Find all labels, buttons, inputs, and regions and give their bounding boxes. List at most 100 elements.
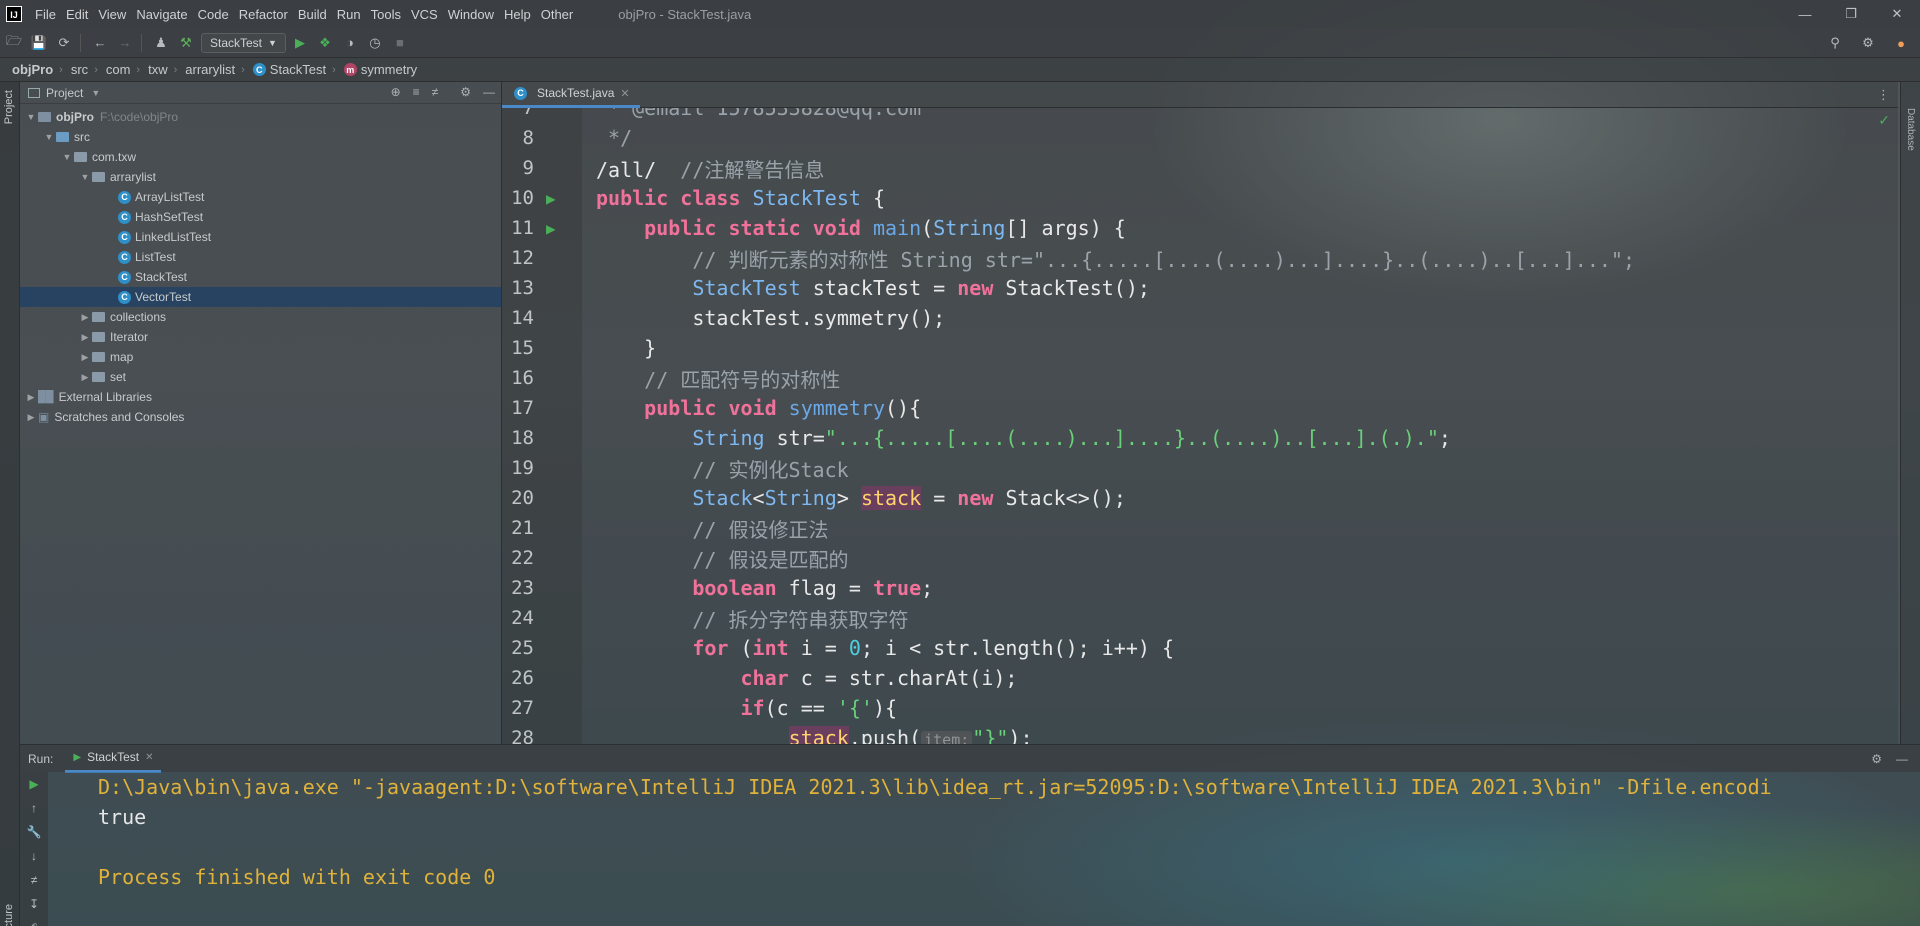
restore-button[interactable]: ❐ bbox=[1828, 0, 1874, 28]
menu-build[interactable]: Build bbox=[293, 0, 332, 28]
stop-icon[interactable]: ■ bbox=[389, 32, 411, 54]
menu-window[interactable]: Window bbox=[443, 0, 499, 28]
chevron-down-icon[interactable]: ▼ bbox=[91, 88, 100, 98]
tree-item-map[interactable]: ▶ map bbox=[20, 347, 501, 367]
close-icon[interactable]: ✕ bbox=[145, 752, 153, 763]
project-view-selector[interactable]: Project bbox=[46, 86, 83, 100]
breadcrumb-arrarylist[interactable]: arrarylist bbox=[177, 62, 235, 77]
expand-all-icon[interactable]: ≡ bbox=[413, 85, 420, 99]
chevron-down-icon[interactable]: ▼ bbox=[78, 172, 92, 182]
scroll-to-end-icon[interactable]: ↧ bbox=[20, 892, 48, 916]
menu-view[interactable]: View bbox=[93, 0, 131, 28]
tree-item-hashsettest[interactable]: C HashSetTest bbox=[20, 207, 501, 227]
breadcrumb-src[interactable]: src bbox=[63, 62, 88, 77]
run-icon[interactable]: ▶ bbox=[289, 32, 311, 54]
tree-item-arraylisttest[interactable]: C ArrayListTest bbox=[20, 187, 501, 207]
chevron-right-icon[interactable]: ▶ bbox=[78, 352, 92, 363]
tree-item-set[interactable]: ▶ set bbox=[20, 367, 501, 387]
menu-refactor[interactable]: Refactor bbox=[234, 0, 293, 28]
menu-other[interactable]: Other bbox=[536, 0, 579, 28]
close-icon[interactable]: ✕ bbox=[620, 87, 629, 100]
database-tool-tab[interactable]: Database bbox=[1905, 108, 1916, 151]
breadcrumb-method[interactable]: m symmetry bbox=[336, 62, 417, 77]
breadcrumb-class[interactable]: C StackTest bbox=[245, 62, 326, 77]
minimize-button[interactable]: — bbox=[1782, 0, 1828, 28]
breadcrumb-com[interactable]: com bbox=[98, 62, 131, 77]
gear-icon[interactable]: ⚙ bbox=[460, 85, 471, 99]
tree-item-iterator[interactable]: ▶ Iterator bbox=[20, 327, 501, 347]
run-gutter-icon[interactable]: ▶ bbox=[546, 189, 556, 208]
menu-file[interactable]: File bbox=[30, 0, 61, 28]
chevron-right-icon[interactable]: ▶ bbox=[78, 372, 92, 383]
menu-tools[interactable]: Tools bbox=[366, 0, 406, 28]
rerun-icon[interactable]: ▶ bbox=[20, 772, 48, 796]
tree-item-arrarylist[interactable]: ▼ arrarylist bbox=[20, 167, 501, 187]
close-button[interactable]: ✕ bbox=[1874, 0, 1920, 28]
coverage-icon[interactable]: ◑ bbox=[339, 32, 361, 54]
code-line: 25 for (int i = 0; i < str.length(); i++… bbox=[511, 636, 1175, 660]
sync-icon[interactable]: ⟳ bbox=[53, 32, 75, 54]
structure-tool-tab[interactable]: Structure bbox=[3, 904, 15, 926]
menu-code[interactable]: Code bbox=[193, 0, 234, 28]
project-panel: Project ▼ ⊕ ≡ ≠ ⚙ — ▼ objPro F:\code\objPr… bbox=[20, 82, 502, 744]
chevron-down-icon[interactable]: ▼ bbox=[60, 152, 74, 162]
code-editor[interactable]: ✓ 7 * @email 1578533828@qq.com 8 */ 9 /a… bbox=[502, 108, 1898, 744]
user-icon[interactable]: ♟ bbox=[150, 32, 172, 54]
tree-item-listtest[interactable]: C ListTest bbox=[20, 247, 501, 267]
chevron-down-icon[interactable]: ▼ bbox=[24, 112, 38, 122]
tree-item-external-libraries[interactable]: ▶ ██ External Libraries bbox=[20, 387, 501, 407]
soft-wrap-icon[interactable]: ≠ bbox=[20, 868, 48, 892]
save-icon[interactable]: 💾 bbox=[28, 32, 50, 54]
chevron-right-icon[interactable]: ▶ bbox=[24, 412, 38, 423]
breadcrumb-txw[interactable]: txw bbox=[140, 62, 168, 77]
gear-icon[interactable]: ⚙ bbox=[1871, 752, 1882, 766]
locate-icon[interactable]: ⊕ bbox=[391, 85, 401, 99]
run-tab-stacktest[interactable]: ▶ StackTest ✕ bbox=[65, 745, 162, 773]
more-options-icon[interactable]: ⋮ bbox=[1877, 87, 1890, 103]
tree-item-scratches[interactable]: ▶ ▣ Scratches and Consoles bbox=[20, 407, 501, 427]
build-hammer-icon[interactable]: ⚒ bbox=[175, 32, 197, 54]
menu-run[interactable]: Run bbox=[332, 0, 366, 28]
tree-item-objpro[interactable]: ▼ objPro F:\code\objPro bbox=[20, 107, 501, 127]
chevron-right-icon[interactable]: ▶ bbox=[78, 312, 92, 323]
class-icon: C bbox=[118, 250, 131, 264]
wrench-icon[interactable]: 🔧 bbox=[20, 820, 48, 844]
chevron-right-icon[interactable]: ▶ bbox=[78, 332, 92, 343]
debug-icon[interactable]: ❖ bbox=[314, 32, 336, 54]
back-arrow-icon[interactable]: ← bbox=[89, 32, 111, 54]
code-line: 26 char c = str.charAt(i); bbox=[511, 666, 1018, 690]
run-gutter-icon[interactable]: ▶ bbox=[546, 219, 556, 238]
menu-vcs[interactable]: VCS bbox=[406, 0, 443, 28]
scroll-up-icon[interactable]: ↑ bbox=[20, 796, 48, 820]
window-title: objPro - StackTest.java bbox=[618, 6, 752, 22]
open-folder-icon[interactable]: 🗁 bbox=[3, 32, 25, 54]
tree-item-vectortest[interactable]: C VectorTest bbox=[20, 287, 501, 307]
tab-stacktest-java[interactable]: C StackTest.java ✕ bbox=[502, 81, 640, 108]
jetbrains-icon[interactable]: ● bbox=[1890, 32, 1912, 54]
print-icon[interactable]: ⎙ bbox=[20, 916, 48, 926]
hide-panel-icon[interactable]: — bbox=[1896, 752, 1908, 766]
class-icon: C bbox=[118, 230, 131, 244]
menu-help[interactable]: Help bbox=[499, 0, 536, 28]
hide-panel-icon[interactable]: — bbox=[483, 85, 495, 99]
code-line: 11 ▶ public static void main(String[] ar… bbox=[511, 216, 1126, 240]
run-config-selector[interactable]: StackTest ▼ bbox=[201, 32, 286, 53]
search-icon[interactable]: ⚲ bbox=[1824, 32, 1846, 54]
tree-item-collections[interactable]: ▶ collections bbox=[20, 307, 501, 327]
collapse-all-icon[interactable]: ≠ bbox=[432, 85, 439, 99]
chevron-down-icon[interactable]: ▼ bbox=[42, 132, 56, 142]
tree-item-stacktest[interactable]: C StackTest bbox=[20, 267, 501, 287]
breadcrumb-project[interactable]: objPro bbox=[0, 62, 53, 77]
chevron-right-icon[interactable]: ▶ bbox=[24, 392, 38, 403]
menu-navigate[interactable]: Navigate bbox=[131, 0, 192, 28]
console-output[interactable]: D:\Java\bin\java.exe "-javaagent:D:\soft… bbox=[48, 772, 1920, 926]
tree-item-com-txw[interactable]: ▼ com.txw bbox=[20, 147, 501, 167]
menu-edit[interactable]: Edit bbox=[61, 0, 93, 28]
scroll-down-icon[interactable]: ↓ bbox=[20, 844, 48, 868]
gear-icon[interactable]: ⚙ bbox=[1857, 32, 1879, 54]
project-tool-tab[interactable]: Project bbox=[3, 90, 15, 124]
profile-icon[interactable]: ◷ bbox=[364, 32, 386, 54]
forward-arrow-icon[interactable]: → bbox=[114, 32, 136, 54]
tree-item-linkedlisttest[interactable]: C LinkedListTest bbox=[20, 227, 501, 247]
tree-item-src[interactable]: ▼ src bbox=[20, 127, 501, 147]
